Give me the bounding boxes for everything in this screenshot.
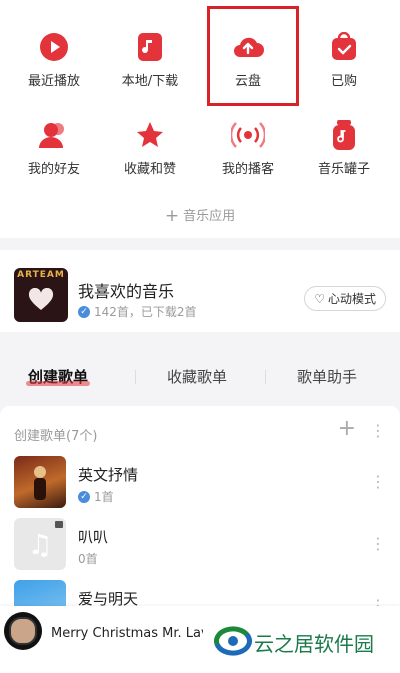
music-file-icon — [133, 30, 167, 64]
grid-item-recent[interactable]: 最近播放 — [14, 30, 94, 89]
watermark: 云之居软件园 — [204, 610, 400, 668]
grid-item-music-jar[interactable]: 音乐罐子 — [304, 118, 384, 177]
player-disc[interactable] — [4, 612, 42, 650]
heart-mode-button[interactable]: ♡ 心动模式 — [304, 286, 386, 311]
liked-subtitle: 142首，已下载2首 — [94, 305, 197, 319]
add-playlist-button[interactable]: + — [338, 418, 356, 440]
music-jar-icon — [327, 118, 361, 152]
playlist-count: 1首 — [94, 490, 114, 504]
grid-label: 本地/下载 — [121, 74, 179, 89]
grid-label: 已购 — [330, 74, 357, 89]
play-circle-icon — [37, 30, 71, 64]
grid-item-purchased[interactable]: 已购 — [304, 30, 384, 89]
playlist-cover: ♫ — [14, 518, 66, 570]
verified-icon: ✓ — [78, 305, 90, 318]
grid-label: 最近播放 — [27, 74, 80, 89]
lock-icon — [55, 521, 63, 528]
playlist-name: 叭叭 — [78, 528, 109, 546]
grid-label: 收藏和赞 — [123, 162, 176, 177]
tab-divider — [265, 370, 266, 384]
grid-item-friends[interactable]: 我的好友 — [14, 118, 94, 177]
music-apps-button[interactable]: + 音乐应用 — [0, 205, 400, 226]
grid-item-local-download[interactable]: 本地/下载 — [110, 30, 190, 89]
list-item[interactable]: ♫ 叭叭 0首 ⋮ — [0, 514, 400, 576]
player-song-title: Merry Christmas Mr. Lav — [51, 626, 203, 641]
tab-collected[interactable]: 收藏歌单 — [167, 366, 227, 387]
quick-access-panel: 最近播放 本地/下载 云盘 已购 我的好友 收藏和赞 我的播客 音乐罐子 + 音… — [0, 0, 400, 238]
heart-outline-icon: ♡ — [314, 291, 325, 306]
music-apps-label: 音乐应用 — [183, 209, 236, 224]
friends-icon — [37, 118, 71, 152]
playlist-name: 英文抒情 — [78, 466, 139, 484]
podcast-icon — [231, 118, 265, 152]
grid-item-favorites[interactable]: 收藏和赞 — [110, 118, 190, 177]
tab-created[interactable]: 创建歌单 — [26, 366, 91, 387]
liked-music-card[interactable]: ARTEAM 我喜欢的音乐 ✓ 142首，已下载2首 ♡ 心动模式 — [0, 250, 400, 332]
player-album-art — [9, 617, 37, 645]
star-icon — [133, 118, 167, 152]
tab-active-indicator — [26, 381, 91, 386]
heart-mode-label: 心动模式 — [327, 292, 376, 306]
playlist-more-button[interactable]: ⋮ — [370, 536, 386, 552]
playlist-cover — [14, 456, 66, 508]
grid-label: 音乐罐子 — [317, 162, 370, 177]
liked-title: 我喜欢的音乐 — [78, 282, 175, 301]
grid-label: 我的好友 — [27, 162, 80, 177]
cloud-highlight-box — [207, 6, 299, 106]
verified-icon: ✓ — [78, 490, 90, 503]
playlist-count: 0首 — [78, 552, 98, 566]
heart-icon — [28, 288, 54, 310]
music-note-icon: ♫ — [27, 528, 53, 561]
grid-item-podcast[interactable]: 我的播客 — [208, 118, 288, 177]
grid-label: 我的播客 — [221, 162, 274, 177]
playlists-more-button[interactable]: ⋮ — [370, 423, 386, 439]
tab-assistant[interactable]: 歌单助手 — [297, 366, 357, 387]
list-item[interactable]: 英文抒情 ✓ 1首 ⋮ — [0, 452, 400, 514]
playlists-header: 创建歌单(7个) — [14, 429, 98, 444]
plus-icon: + — [164, 206, 180, 226]
liked-cover: ARTEAM — [14, 268, 68, 322]
playlist-more-button[interactable]: ⋮ — [370, 474, 386, 490]
watermark-logo — [214, 626, 252, 656]
playlist-meta: ✓ 1首 — [78, 488, 114, 505]
tab-divider — [135, 370, 136, 384]
cover-text: ARTEAM — [17, 270, 65, 280]
watermark-text: 云之居软件园 — [254, 632, 374, 656]
mini-player[interactable]: Merry Christmas Mr. Lav 云之居软件园 — [0, 606, 400, 673]
liked-subtitle-row: ✓ 142首，已下载2首 — [78, 303, 197, 320]
playlist-tabs: 创建歌单 收藏歌单 歌单助手 — [0, 352, 400, 400]
shopping-bag-icon — [327, 30, 361, 64]
